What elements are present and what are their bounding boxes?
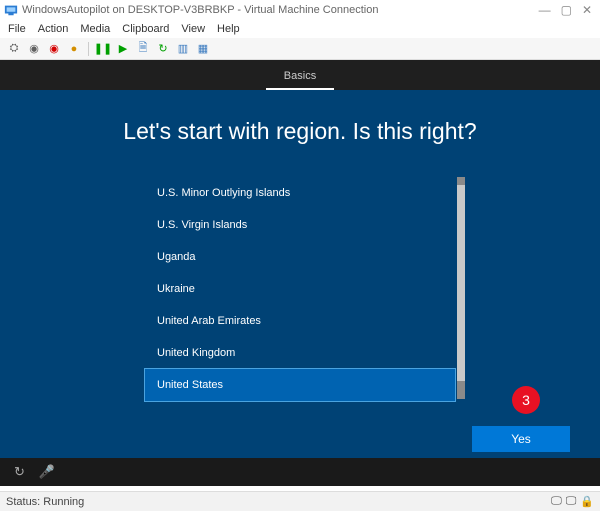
step-badge: 3 — [512, 386, 540, 414]
scrollbar[interactable] — [457, 177, 465, 399]
titlebar: WindowsAutopilot on DESKTOP-V3BRBKP - Vi… — [0, 0, 600, 20]
lock-icon: 🔒 — [580, 495, 594, 508]
window-controls: — ▢ ✕ — [539, 4, 596, 16]
status-icons: 🖵 🖵 🔒 — [551, 495, 594, 508]
menu-item-help[interactable]: Help — [217, 23, 240, 35]
menu-item-file[interactable]: File — [8, 23, 26, 35]
region-item[interactable]: Uganda — [145, 241, 455, 273]
oobe-tabbar: Basics — [0, 60, 600, 90]
tab-basics[interactable]: Basics — [266, 64, 334, 90]
region-item[interactable]: United Kingdom — [145, 337, 455, 369]
page-title: Let's start with region. Is this right? — [0, 118, 600, 145]
close-button[interactable]: ✕ — [582, 4, 592, 16]
region-list[interactable]: U.S. Minor Outlying IslandsU.S. Virgin I… — [145, 177, 455, 399]
share-icon[interactable]: ▦ — [195, 41, 211, 57]
accessibility-icon[interactable]: ↻ — [14, 464, 25, 480]
minimize-button[interactable]: — — [539, 4, 551, 16]
menu-item-clipboard[interactable]: Clipboard — [122, 23, 169, 35]
toolbar: ⛭◉◉●❚❚▶🗎↻▥▦ — [0, 38, 600, 60]
status-icon-a: 🖵 — [551, 495, 562, 508]
region-item[interactable]: U.S. Virgin Islands — [145, 209, 455, 241]
pause-icon[interactable]: ❚❚ — [95, 41, 111, 57]
revert-icon[interactable]: ↻ — [155, 41, 171, 57]
window-title: WindowsAutopilot on DESKTOP-V3BRBKP - Vi… — [22, 4, 539, 16]
statusbar: Status: Running 🖵 🖵 🔒 — [0, 491, 600, 511]
play-icon[interactable]: ▶ — [115, 41, 131, 57]
region-item[interactable]: U.S. Minor Outlying Islands — [145, 177, 455, 209]
yes-button[interactable]: Yes — [472, 426, 570, 452]
settings-icon[interactable]: ⛭ — [6, 41, 22, 57]
record-icon[interactable]: ◉ — [46, 41, 62, 57]
maximize-button[interactable]: ▢ — [561, 4, 572, 16]
menu-item-view[interactable]: View — [181, 23, 205, 35]
stop-icon[interactable]: ● — [66, 41, 82, 57]
scroll-up-arrow[interactable] — [457, 177, 465, 185]
oobe-bottombar: ↻ 🎤 — [0, 458, 600, 486]
guest-screen: Basics Let's start with region. Is this … — [0, 60, 600, 486]
region-item[interactable]: United States — [145, 369, 455, 401]
menu-item-action[interactable]: Action — [38, 23, 69, 35]
status-text: Status: Running — [6, 496, 84, 508]
region-item[interactable]: United Arab Emirates — [145, 305, 455, 337]
ctrl-alt-del-icon[interactable]: ◉ — [26, 41, 42, 57]
toolbar-separator — [88, 42, 89, 56]
menubar: File Action Media Clipboard View Help — [0, 20, 600, 38]
checkpoint-icon[interactable]: 🗎 — [135, 41, 151, 57]
enhanced-icon[interactable]: ▥ — [175, 41, 191, 57]
status-icon-b: 🖵 — [566, 495, 577, 508]
region-list-container: U.S. Minor Outlying IslandsU.S. Virgin I… — [145, 177, 455, 399]
menu-item-media[interactable]: Media — [80, 23, 110, 35]
scroll-thumb[interactable] — [457, 381, 465, 399]
microphone-icon[interactable]: 🎤 — [39, 464, 55, 480]
region-item[interactable]: Ukraine — [145, 273, 455, 305]
vm-app-icon — [4, 3, 18, 17]
